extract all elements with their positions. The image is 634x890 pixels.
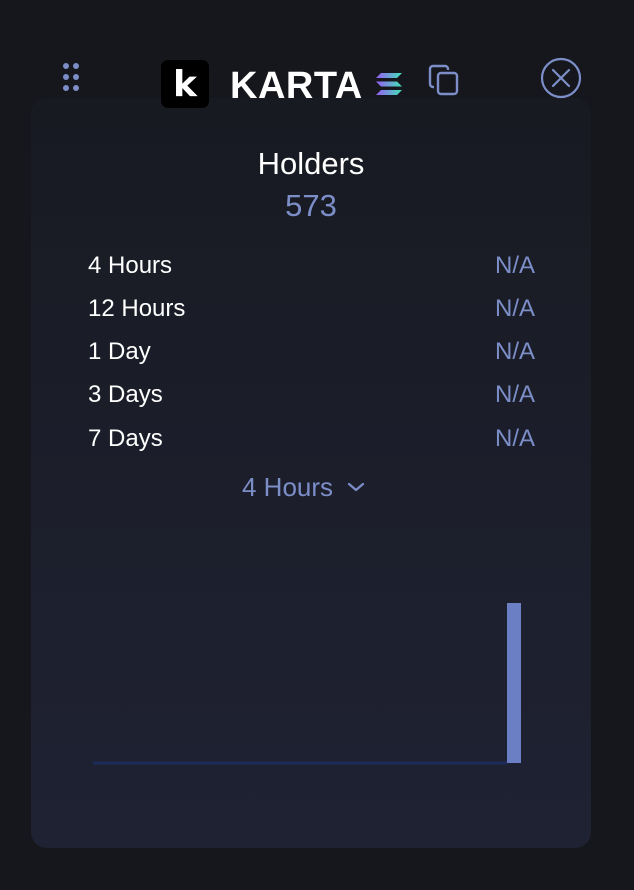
chevron-down-icon — [347, 482, 365, 492]
period-row: 7 Days N/A — [88, 424, 535, 454]
chart-bar — [507, 603, 521, 763]
period-value: N/A — [494, 295, 535, 322]
drag-handle-icon[interactable] — [62, 62, 80, 94]
period-label: 1 Day — [88, 338, 151, 365]
period-row: 12 Hours N/A — [88, 294, 535, 324]
token-name: KARTA — [230, 65, 363, 107]
token-logo-letter: k — [173, 64, 197, 105]
period-value: N/A — [494, 425, 535, 452]
holders-chart — [93, 603, 521, 765]
close-button[interactable] — [540, 57, 582, 104]
period-label: 4 Hours — [88, 252, 173, 279]
holders-title: Holders — [257, 146, 365, 181]
copy-icon[interactable] — [428, 64, 460, 101]
period-row: 3 Days N/A — [88, 380, 535, 410]
period-select[interactable]: 4 Hours — [242, 470, 365, 504]
period-value: N/A — [494, 381, 535, 408]
period-label: 12 Hours — [88, 295, 186, 322]
solana-icon — [376, 73, 402, 100]
token-logo: k — [161, 60, 209, 108]
holders-count: 573 — [285, 188, 337, 223]
period-select-value: 4 Hours — [242, 472, 334, 502]
period-value: N/A — [494, 252, 535, 279]
period-label: 3 Days — [88, 381, 163, 408]
period-label: 7 Days — [88, 425, 163, 452]
period-value: N/A — [494, 338, 535, 365]
period-row: 4 Hours N/A — [88, 251, 535, 281]
period-row: 1 Day N/A — [88, 337, 535, 367]
